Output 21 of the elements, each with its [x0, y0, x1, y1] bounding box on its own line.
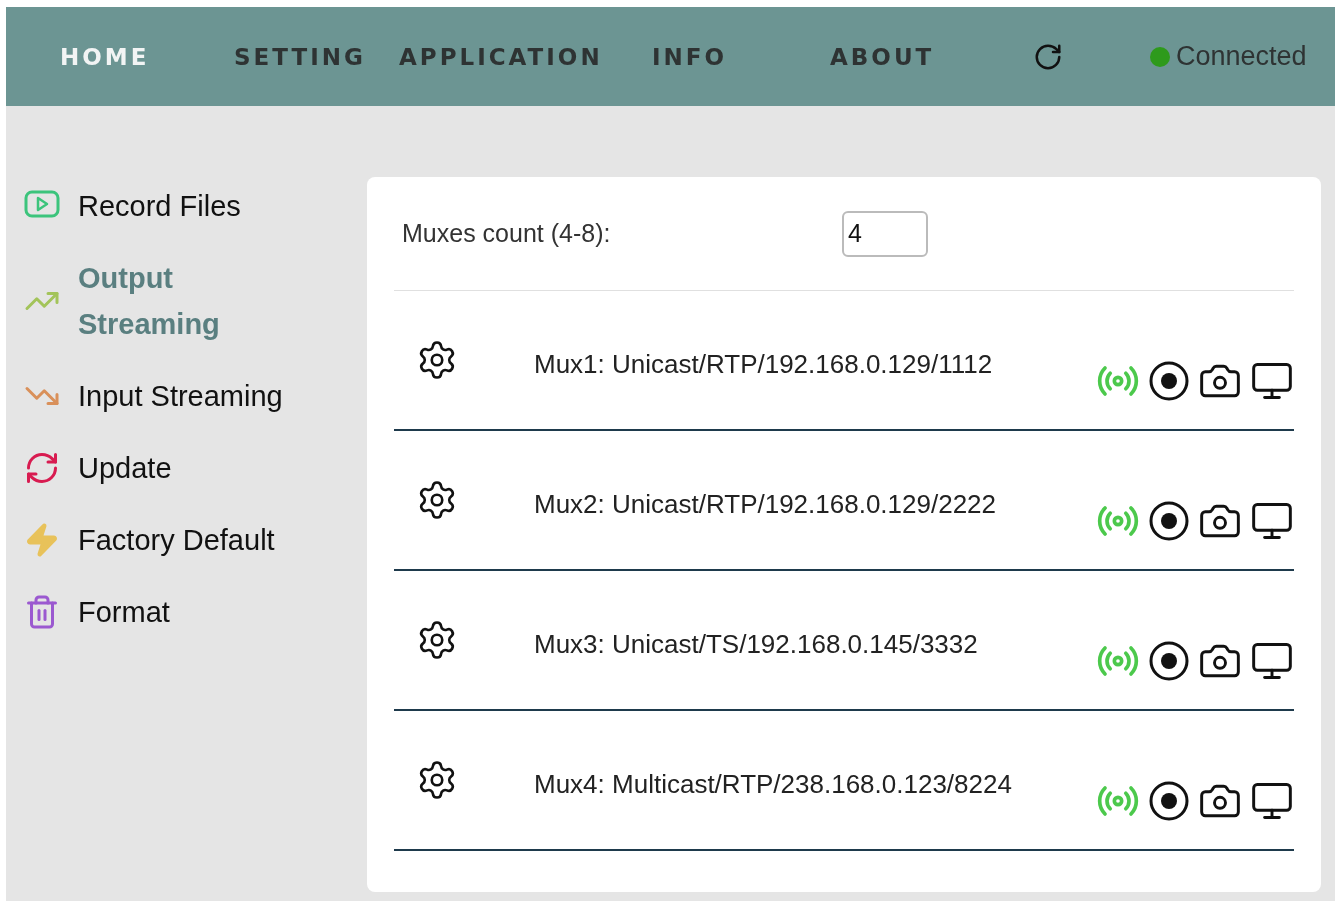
video-icon	[24, 190, 60, 218]
nav-tab[interactable]: ABOUT	[830, 43, 935, 70]
mux-label: Mux4: Multicast/RTP/238.168.0.123/8224	[534, 768, 1013, 800]
sidebar-item[interactable]: Factory Default	[24, 517, 367, 563]
record-icon[interactable]	[1148, 780, 1190, 822]
record-icon[interactable]	[1148, 360, 1190, 402]
sidebar-item[interactable]: Record Files	[24, 183, 367, 229]
muxes-count-label: Muxes count (4-8):	[401, 219, 612, 248]
sidebar-item[interactable]: Update	[24, 445, 367, 491]
muxes-count-field[interactable]: 4	[842, 210, 928, 257]
mux-label: Mux3: Unicast/TS/192.168.0.145/3332	[534, 628, 979, 660]
record-icon[interactable]	[1148, 500, 1190, 542]
nav-tab[interactable]: SETTING	[234, 43, 366, 70]
sidebar-item[interactable]: Input Streaming	[24, 373, 367, 419]
mux-label: Mux2: Unicast/RTP/192.168.0.129/2222	[534, 488, 998, 520]
nav-tab[interactable]: INFO	[652, 43, 728, 70]
sidebar-item[interactable]: Format	[24, 589, 367, 635]
mux-label: Mux1: Unicast/RTP/192.168.0.129/1112	[534, 348, 994, 380]
nav-tab[interactable]: APPLICATION	[399, 43, 603, 70]
record-icon[interactable]	[1148, 640, 1190, 682]
status-text: Connected	[1176, 41, 1307, 72]
